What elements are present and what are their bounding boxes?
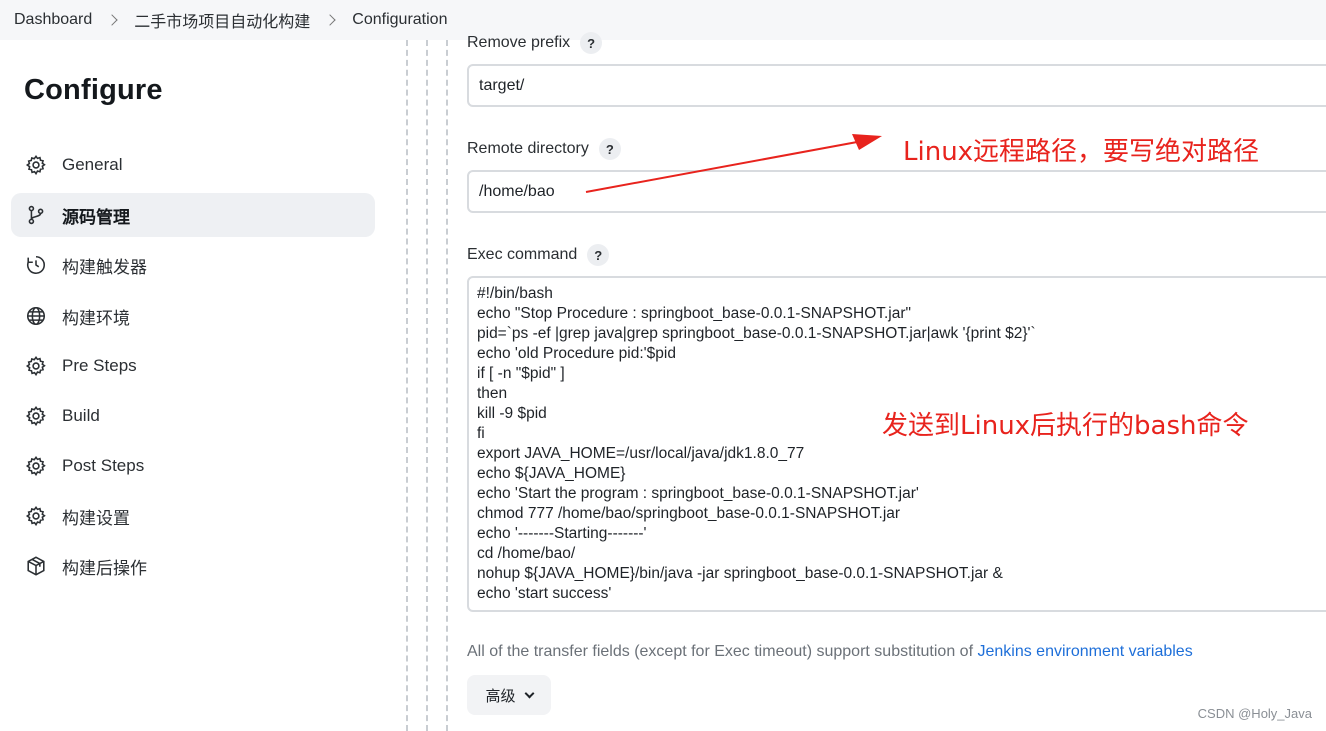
sidebar-item-post-build-actions[interactable]: 构建后操作 [11, 544, 375, 588]
breadcrumb-dashboard[interactable]: Dashboard [14, 11, 92, 29]
exec-command-label-text: Exec command [467, 246, 578, 263]
breadcrumb: Dashboard 二手市场项目自动化构建 Configuration [0, 0, 1326, 40]
annotation-bash-command: 发送到Linux后执行的bash命令 [882, 411, 1249, 441]
clock-icon [24, 253, 48, 277]
advanced-button[interactable]: 高级 [467, 675, 551, 715]
sidebar-item-build-environment[interactable]: 构建环境 [11, 294, 375, 338]
sidebar-item-general[interactable]: General [11, 143, 375, 187]
sidebar-item-build-settings[interactable]: 构建设置 [11, 494, 375, 538]
package-icon [24, 554, 48, 578]
jenkins-env-vars-link[interactable]: Jenkins environment variables [977, 643, 1192, 660]
branch-icon [24, 203, 48, 227]
sidebar-item-label: Build [62, 406, 100, 425]
sidebar-item-label: 源码管理 [62, 207, 130, 227]
gear-icon [24, 504, 48, 528]
gear-icon [24, 404, 48, 428]
breadcrumb-project[interactable]: 二手市场项目自动化构建 [134, 8, 310, 32]
exec-command-label: Exec command ? [467, 244, 610, 266]
remote-directory-label: Remote directory ? [467, 138, 621, 160]
chevron-right-icon [106, 14, 118, 26]
note-text: All of the transfer fields (except for E… [467, 643, 978, 660]
exec-command-textarea[interactable]: #!/bin/bash echo "Stop Procedure : sprin… [467, 276, 1326, 612]
help-icon[interactable]: ? [580, 32, 603, 54]
remove-prefix-label: Remove prefix ? [467, 32, 603, 54]
chevron-down-icon [524, 688, 534, 698]
advanced-label: 高级 [485, 687, 516, 705]
gear-icon [24, 454, 48, 478]
divider [426, 40, 428, 731]
divider [406, 40, 408, 731]
help-icon[interactable]: ? [598, 138, 621, 160]
sidebar-item-source-control[interactable]: 源码管理 [11, 193, 375, 237]
annotation-remote-path: Linux远程路径，要写绝对路径 [903, 137, 1260, 167]
breadcrumb-configuration[interactable]: Configuration [352, 11, 447, 29]
sidebar-item-label: Pre Steps [62, 356, 137, 375]
sidebar: Configure General 源码管理 构建触发器 构建环境 Pre St… [0, 40, 400, 731]
page-title: Configure [24, 74, 163, 106]
remove-prefix-label-text: Remove prefix [467, 34, 571, 51]
gear-icon [24, 153, 48, 177]
sidebar-item-post-steps[interactable]: Post Steps [11, 444, 375, 488]
sidebar-item-label: 构建环境 [62, 308, 130, 328]
sidebar-item-label: 构建设置 [62, 508, 130, 528]
remote-directory-input[interactable]: /home/bao [467, 170, 1326, 213]
sidebar-item-pre-steps[interactable]: Pre Steps [11, 344, 375, 388]
sidebar-item-label: Post Steps [62, 456, 145, 475]
watermark: CSDN @Holy_Java [1197, 706, 1312, 721]
gear-icon [24, 354, 48, 378]
sidebar-item-build-triggers[interactable]: 构建触发器 [11, 243, 375, 287]
remove-prefix-input[interactable]: target/ [467, 64, 1326, 107]
help-icon[interactable]: ? [587, 244, 610, 266]
globe-icon [24, 304, 48, 328]
chevron-right-icon [324, 14, 336, 26]
sidebar-item-label: 构建后操作 [62, 558, 147, 578]
divider [446, 40, 448, 731]
sidebar-item-label: General [62, 155, 123, 174]
sidebar-item-build[interactable]: Build [11, 394, 375, 438]
remote-directory-label-text: Remote directory [467, 140, 589, 157]
substitution-note: All of the transfer fields (except for E… [467, 643, 1193, 661]
sidebar-item-label: 构建触发器 [62, 257, 147, 277]
